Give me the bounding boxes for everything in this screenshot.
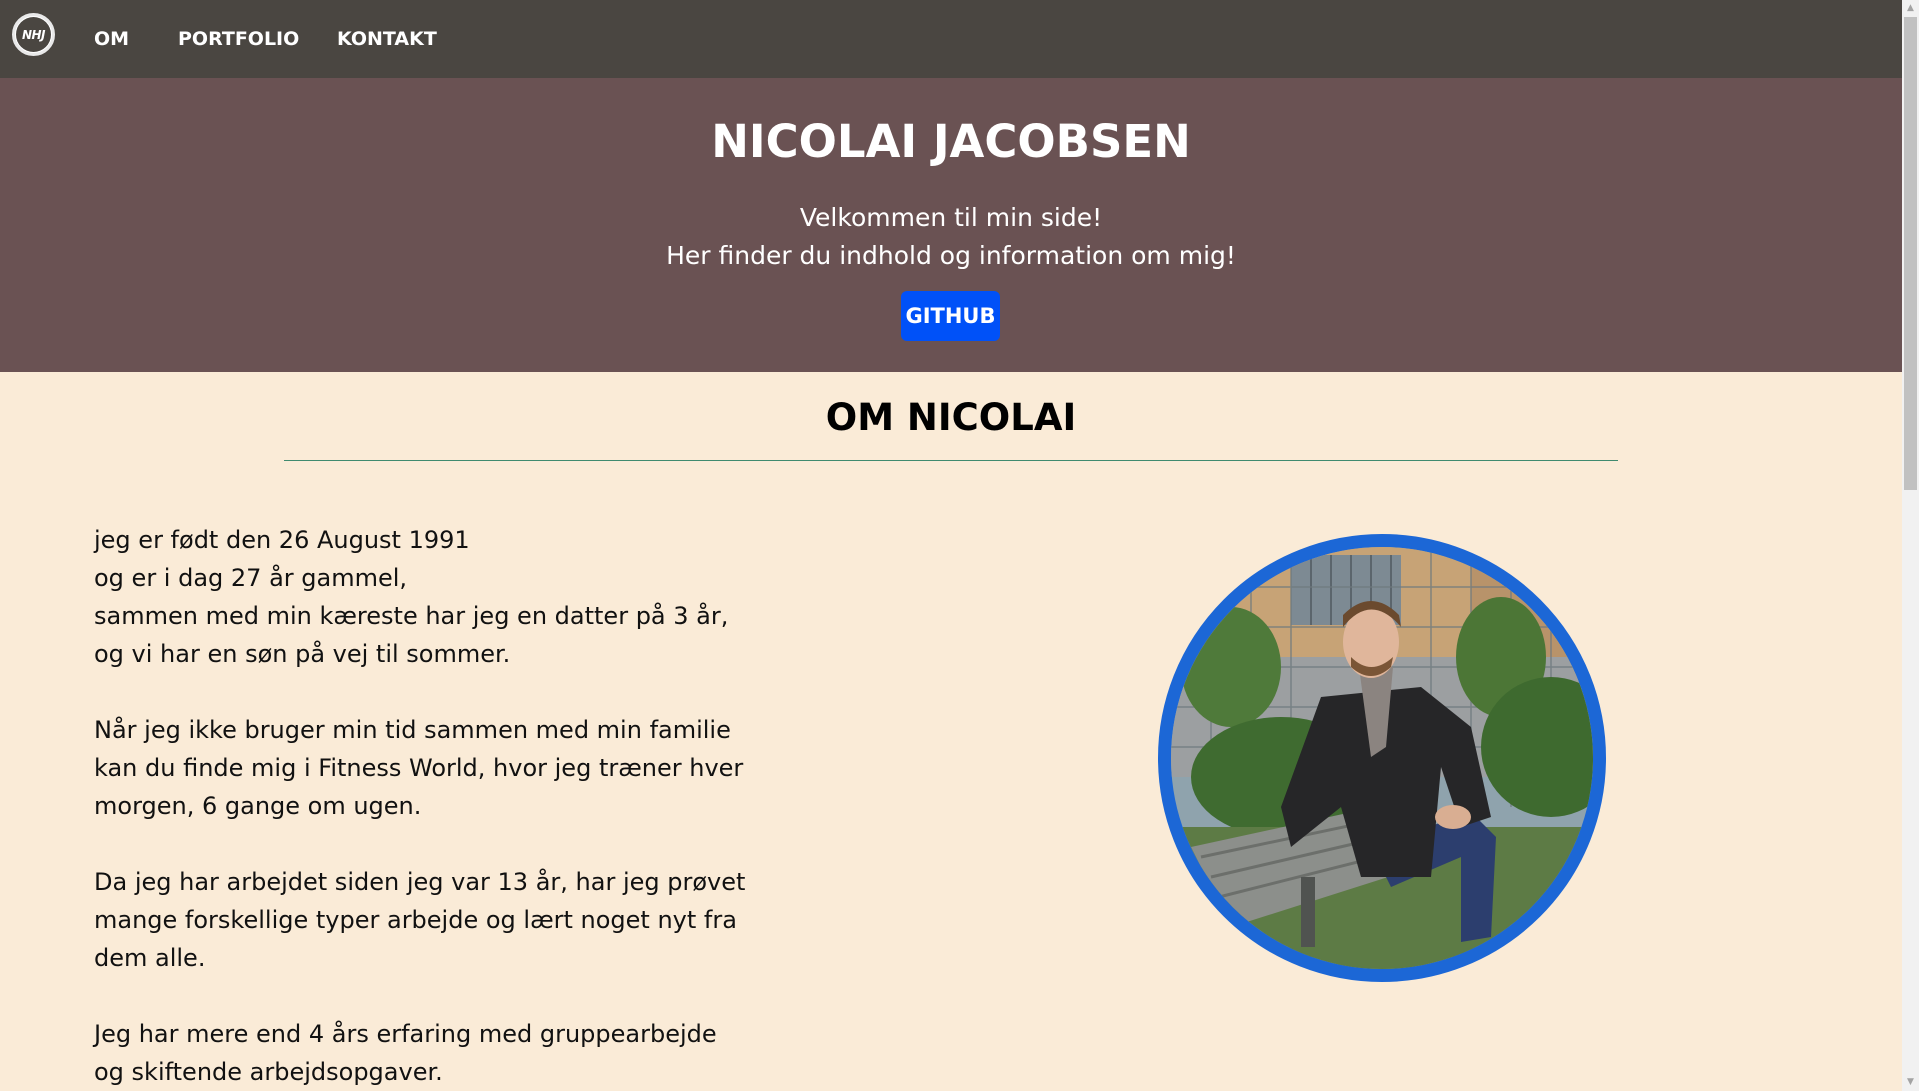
about-line: jeg er født den 26 August 1991 [94,526,470,554]
scroll-down-arrow-icon[interactable]: ▼ [1902,1074,1919,1091]
hero-subtitle-text: Her finder du indhold og information om … [666,241,1236,270]
profile-photo-illustration [1171,547,1593,969]
nav-link-portfolio[interactable]: PORTFOLIO [178,27,299,51]
page: NHJ OM PORTFOLIO KONTAKT NICOLAI JACOBSE… [0,0,1919,1091]
about-line: sammen med min kæreste har jeg en datter… [94,602,729,630]
hero-welcome-text: Velkommen til min side! [799,203,1103,232]
github-button[interactable]: GITHUB [901,291,1000,341]
about-line: Da jeg har arbejdet siden jeg var 13 år,… [94,868,746,896]
about-line: og skiftende arbejdsopgaver. [94,1058,443,1086]
scroll-up-arrow-icon[interactable]: ▲ [1902,0,1919,17]
about-divider [284,460,1618,461]
about-paragraph: Når jeg ikke bruger min tid sammen med m… [94,711,744,825]
about-line: dem alle. [94,944,206,972]
logo-text: NHJ [16,17,51,52]
logo[interactable]: NHJ [12,13,55,56]
vertical-scrollbar[interactable]: ▲ ▼ [1902,0,1919,1091]
about-heading: OM NICOLAI [825,396,1077,439]
about-line: Når jeg ikke bruger min tid sammen med m… [94,716,731,744]
about-paragraph: Jeg har mere end 4 års erfaring med grup… [94,1015,734,1091]
nav-link-om[interactable]: OM [94,27,129,51]
about-text: jeg er født den 26 August 1991 og er i d… [94,521,746,1091]
about-paragraph: Da jeg har arbejdet siden jeg var 13 år,… [94,863,746,977]
about-paragraph: jeg er født den 26 August 1991 og er i d… [94,521,734,673]
about-line: og vi har en søn på vej til sommer. [94,640,511,668]
nav-link-kontakt[interactable]: KONTAKT [337,27,437,51]
about-line: mange forskellige typer arbejde og lært … [94,906,737,934]
about-line: og er i dag 27 år gammel, [94,564,408,592]
hero-title: NICOLAI JACOBSEN [711,115,1191,168]
navbar: NHJ OM PORTFOLIO KONTAKT [0,0,1902,78]
profile-photo [1158,534,1606,982]
scrollbar-thumb[interactable] [1904,17,1917,490]
about-line: kan du finde mig i Fitness World, hvor j… [94,754,744,782]
about-line: Jeg har mere end 4 års erfaring med grup… [94,1020,717,1048]
about-line: morgen, 6 gange om ugen. [94,792,422,820]
hero-section: NICOLAI JACOBSEN Velkommen til min side!… [0,78,1902,372]
